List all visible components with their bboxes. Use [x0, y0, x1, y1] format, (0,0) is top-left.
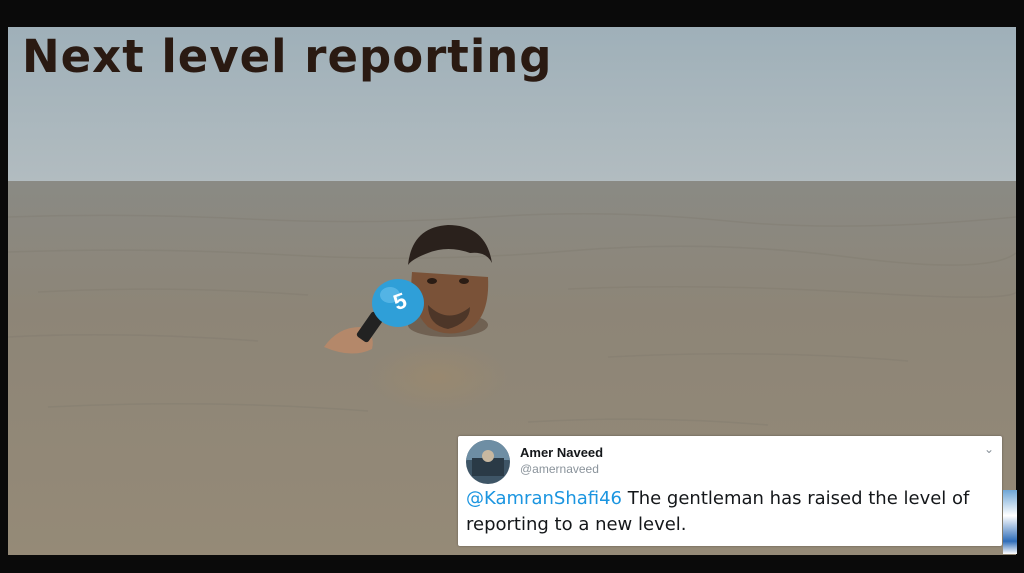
tweet-card[interactable]: Amer Naveed @amernaveed ⌄ @KamranShafi46… — [458, 436, 1002, 546]
avatar[interactable] — [466, 440, 510, 484]
reporter-reflection — [368, 342, 508, 412]
tweet-author-name[interactable]: Amer Naveed — [520, 445, 603, 460]
tweet-mention-link[interactable]: @KamranShafi46 — [466, 488, 622, 509]
tweet-text: @KamranShafi46 The gentleman has raised … — [466, 486, 996, 538]
headline-caption: Next level reporting — [22, 30, 553, 83]
tweet-author-handle[interactable]: @amernaveed — [520, 462, 599, 476]
chevron-down-icon[interactable]: ⌄ — [984, 442, 994, 456]
edge-image-fragment — [1003, 490, 1017, 554]
